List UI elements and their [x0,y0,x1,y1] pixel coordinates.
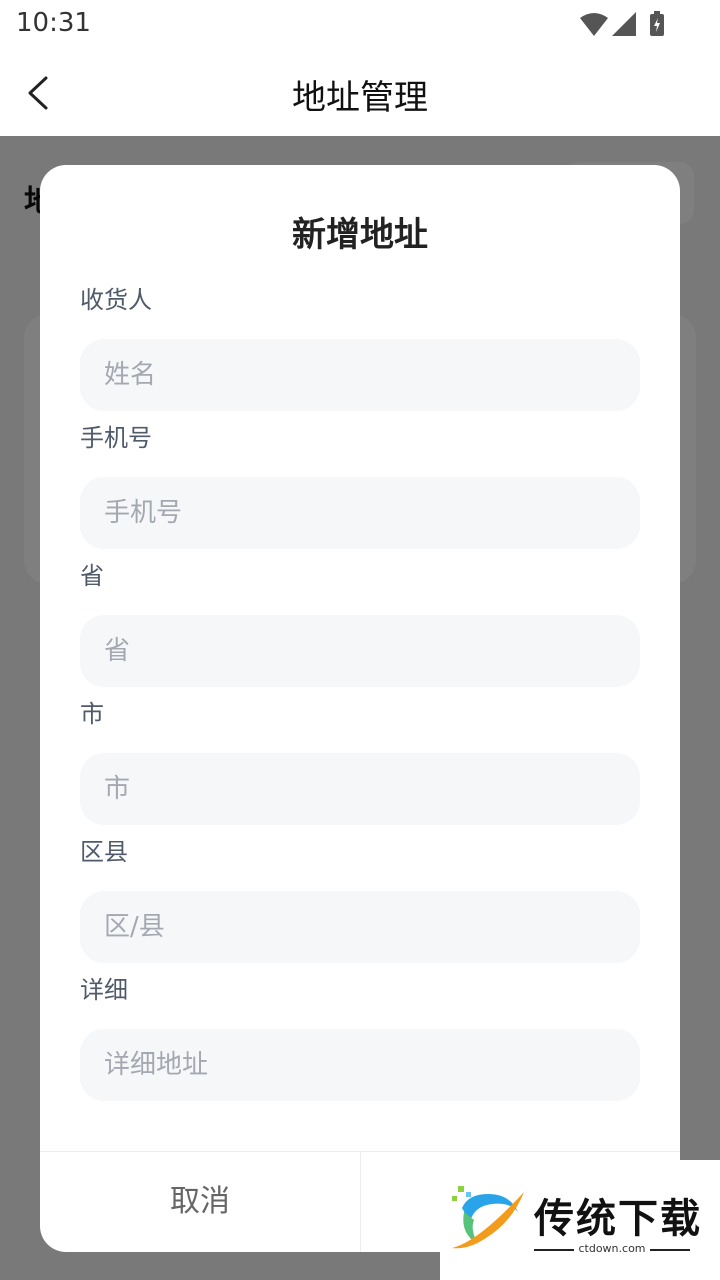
district-field-group: 区县 [80,835,640,963]
status-icons [578,10,670,38]
status-time: 10:31 [16,8,91,38]
watermark-text: 传统下载 [534,1196,702,1242]
province-input[interactable] [80,615,640,687]
phone-label: 手机号 [80,424,152,452]
city-label: 市 [80,700,104,728]
watermark-domain-text: ctdown.com [574,1242,650,1255]
province-label: 省 [80,562,104,590]
cancel-button[interactable]: 取消 [40,1152,360,1252]
district-label: 区县 [80,838,128,866]
cellular-signal-icon [612,12,636,36]
page-title: 地址管理 [292,78,428,118]
phone-input[interactable] [80,477,640,549]
recipient-field-group: 收货人 [80,283,640,411]
detail-field-group: 详细 [80,973,640,1101]
battery-charging-icon [650,11,664,36]
recipient-name-input[interactable] [80,339,640,411]
city-input[interactable] [80,753,640,825]
phone-field-group: 手机号 [80,421,640,549]
recipient-label: 收货人 [80,286,152,314]
watermark: 传统下载 ctdown.com [440,1160,720,1280]
add-address-dialog: 新增地址 收货人 手机号 省 市 区县 详细 取消 [40,165,680,1252]
watermark-logo-icon [452,1186,524,1249]
wifi-icon [580,13,608,36]
province-field-group: 省 [80,559,640,687]
detail-label: 详细 [80,976,128,1004]
district-input[interactable] [80,891,640,963]
watermark-domain: ctdown.com [534,1242,690,1255]
detail-address-input[interactable] [80,1029,640,1101]
dialog-title: 新增地址 [292,215,428,255]
city-field-group: 市 [80,697,640,825]
nav-bar: 地址管理 [0,50,720,136]
status-bar: 10:31 [0,0,720,50]
